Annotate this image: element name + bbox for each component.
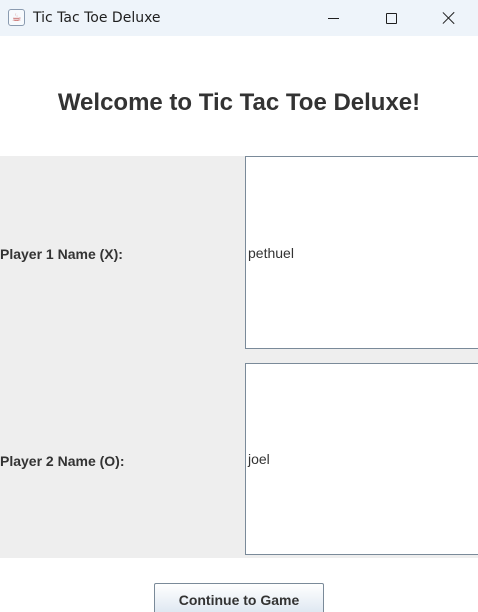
welcome-heading: Welcome to Tic Tac Toe Deluxe! bbox=[57, 89, 421, 116]
java-cup-icon: ☕ bbox=[8, 9, 25, 26]
minimize-button[interactable] bbox=[304, 0, 362, 36]
maximize-button[interactable] bbox=[362, 0, 420, 36]
player2-name-field[interactable]: joel bbox=[245, 363, 478, 555]
title-bar[interactable]: ☕ Tic Tac Toe Deluxe bbox=[0, 0, 478, 36]
app-window: ☕ Tic Tac Toe Deluxe Welcome to Tic Tac … bbox=[0, 0, 478, 612]
maximize-icon bbox=[385, 12, 397, 24]
continue-button[interactable]: Continue to Game bbox=[154, 583, 324, 612]
player2-label: Player 2 Name (O): bbox=[0, 453, 125, 469]
player2-name-value: joel bbox=[248, 451, 270, 467]
player1-name-field[interactable]: pethuel bbox=[245, 156, 478, 349]
close-button[interactable] bbox=[420, 0, 478, 36]
player1-name-value: pethuel bbox=[248, 244, 294, 261]
player1-label: Player 1 Name (X): bbox=[0, 246, 123, 262]
minimize-icon bbox=[327, 17, 339, 19]
window-title: Tic Tac Toe Deluxe bbox=[33, 10, 161, 26]
close-icon bbox=[442, 11, 456, 25]
